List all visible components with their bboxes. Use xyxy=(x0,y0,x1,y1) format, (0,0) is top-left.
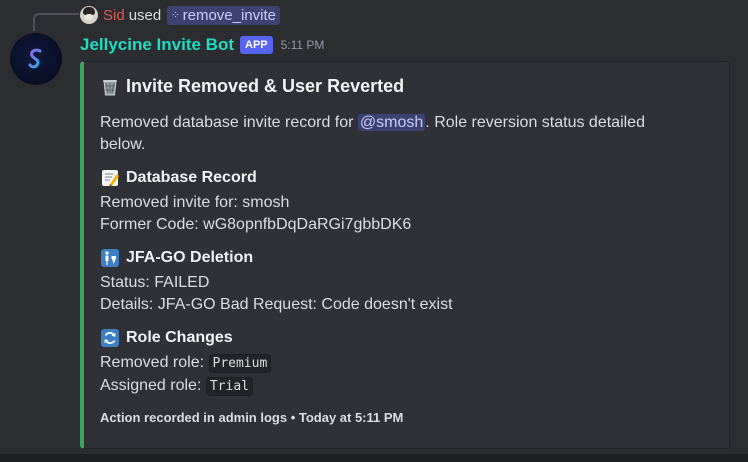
embed-title-text: Invite Removed & User Reverted xyxy=(126,76,405,96)
app-badge: APP xyxy=(240,36,273,54)
embed-title: Invite Removed & User Reverted xyxy=(100,76,404,97)
sid-avatar[interactable] xyxy=(80,6,98,24)
reply-context[interactable]: Sid used ⁘ remove_invite xyxy=(80,4,280,26)
field-database-record: Database Record xyxy=(100,168,257,188)
message-timestamp[interactable]: 5:11 PM xyxy=(281,38,325,52)
slash-command-icon: ⁘ xyxy=(171,9,179,21)
field-jfa-go-deletion: JFA-GO Deletion xyxy=(100,248,253,268)
jellyfish-logo-icon xyxy=(28,48,42,69)
field-database-record-title: Database Record xyxy=(126,169,257,186)
assigned-role-code: Trial xyxy=(205,377,253,396)
field-jfa-go-deletion-title: JFA-GO Deletion xyxy=(126,249,254,266)
bot-avatar[interactable] xyxy=(10,33,62,85)
refresh-icon xyxy=(100,328,120,348)
reply-connector xyxy=(33,13,79,31)
embed-card: Invite Removed & User Reverted Removed d… xyxy=(80,61,730,449)
db-former-code: Former Code: wG8opnfbDqDaRGi7gbbDK6 xyxy=(100,216,412,233)
desc-prefix: Removed database invite record for xyxy=(100,114,358,131)
bot-name[interactable]: Jellycine Invite Bot xyxy=(80,35,234,55)
field-role-changes-title: Role Changes xyxy=(126,329,233,346)
jfa-status: Status: FAILED xyxy=(100,274,210,291)
removed-role-code: Premium xyxy=(208,354,272,373)
slash-command-chip[interactable]: ⁘ remove_invite xyxy=(167,5,280,25)
assigned-role-line: Assigned role: Trial xyxy=(100,377,253,396)
message-header: Jellycine Invite Bot APP 5:11 PM xyxy=(80,34,324,56)
db-removed-invite: Removed invite for: smosh xyxy=(100,194,290,211)
chat-input-edge xyxy=(0,454,748,462)
memo-icon xyxy=(100,168,120,188)
jfa-details: Details: JFA-GO Bad Request: Code doesn'… xyxy=(100,296,453,313)
user-mention[interactable]: @smosh xyxy=(357,114,426,131)
restroom-icon xyxy=(100,248,120,268)
embed-description: Removed database invite record for @smos… xyxy=(100,112,690,156)
field-role-changes: Role Changes xyxy=(100,328,233,348)
removed-role-line: Removed role: Premium xyxy=(100,354,272,373)
removed-role-label: Removed role: xyxy=(100,354,209,371)
reply-username[interactable]: Sid xyxy=(103,7,125,24)
embed-footer: Action recorded in admin logs • Today at… xyxy=(100,410,404,425)
assigned-role-label: Assigned role: xyxy=(100,377,206,394)
reply-used-text: used xyxy=(128,6,162,24)
wastebasket-icon xyxy=(100,77,120,97)
slash-command-name: remove_invite xyxy=(182,6,276,24)
